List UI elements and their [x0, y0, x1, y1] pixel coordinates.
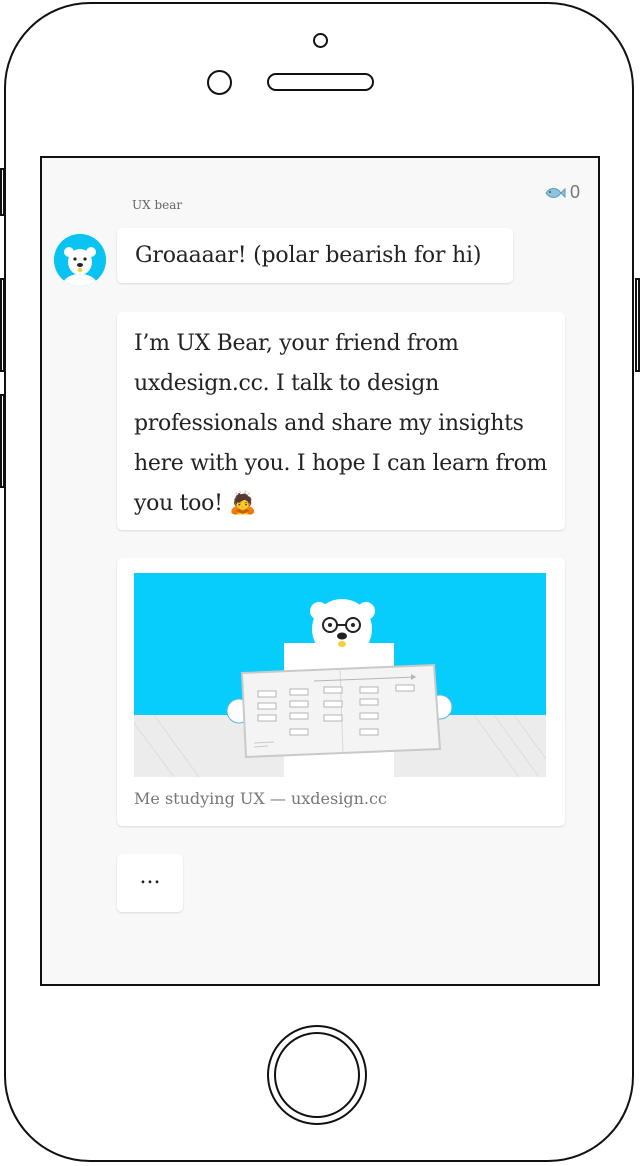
image-caption: Me studying UX — uxdesign.cc — [134, 789, 387, 808]
message-text: Groaaaar! (polar bearish for hi) — [135, 243, 482, 268]
score-counter: 0 — [544, 182, 580, 203]
home-button[interactable] — [267, 1025, 367, 1125]
volume-down-button — [0, 394, 5, 488]
front-camera — [207, 70, 232, 95]
proximity-sensor — [313, 33, 328, 48]
power-button — [635, 278, 640, 372]
sender-name: UX bear — [132, 198, 183, 212]
polar-bear-avatar-icon — [54, 234, 106, 286]
earpiece-speaker — [267, 73, 374, 91]
avatar[interactable] — [54, 234, 106, 286]
message-bubble-intro: I’m UX Bear, your friend from uxdesign.c… — [117, 312, 565, 530]
score-value: 0 — [569, 182, 580, 202]
typing-indicator-bubble: ... — [117, 854, 183, 912]
bear-illustration — [134, 573, 546, 777]
home-button-ring — [274, 1032, 360, 1118]
message-bubble-greeting: Groaaaar! (polar bearish for hi) — [117, 228, 513, 283]
message-text: I’m UX Bear, your friend from uxdesign.c… — [134, 331, 548, 516]
silent-switch — [0, 168, 5, 216]
chat-screen: UX bear 0 Groaaaar! (polar bearish for h… — [40, 156, 600, 986]
volume-up-button — [0, 278, 5, 372]
fish-icon — [545, 187, 566, 198]
bear-reading-sitemap-illustration — [134, 573, 546, 777]
typing-indicator-text: ... — [139, 864, 161, 889]
image-card[interactable]: Me studying UX — uxdesign.cc — [117, 558, 565, 826]
